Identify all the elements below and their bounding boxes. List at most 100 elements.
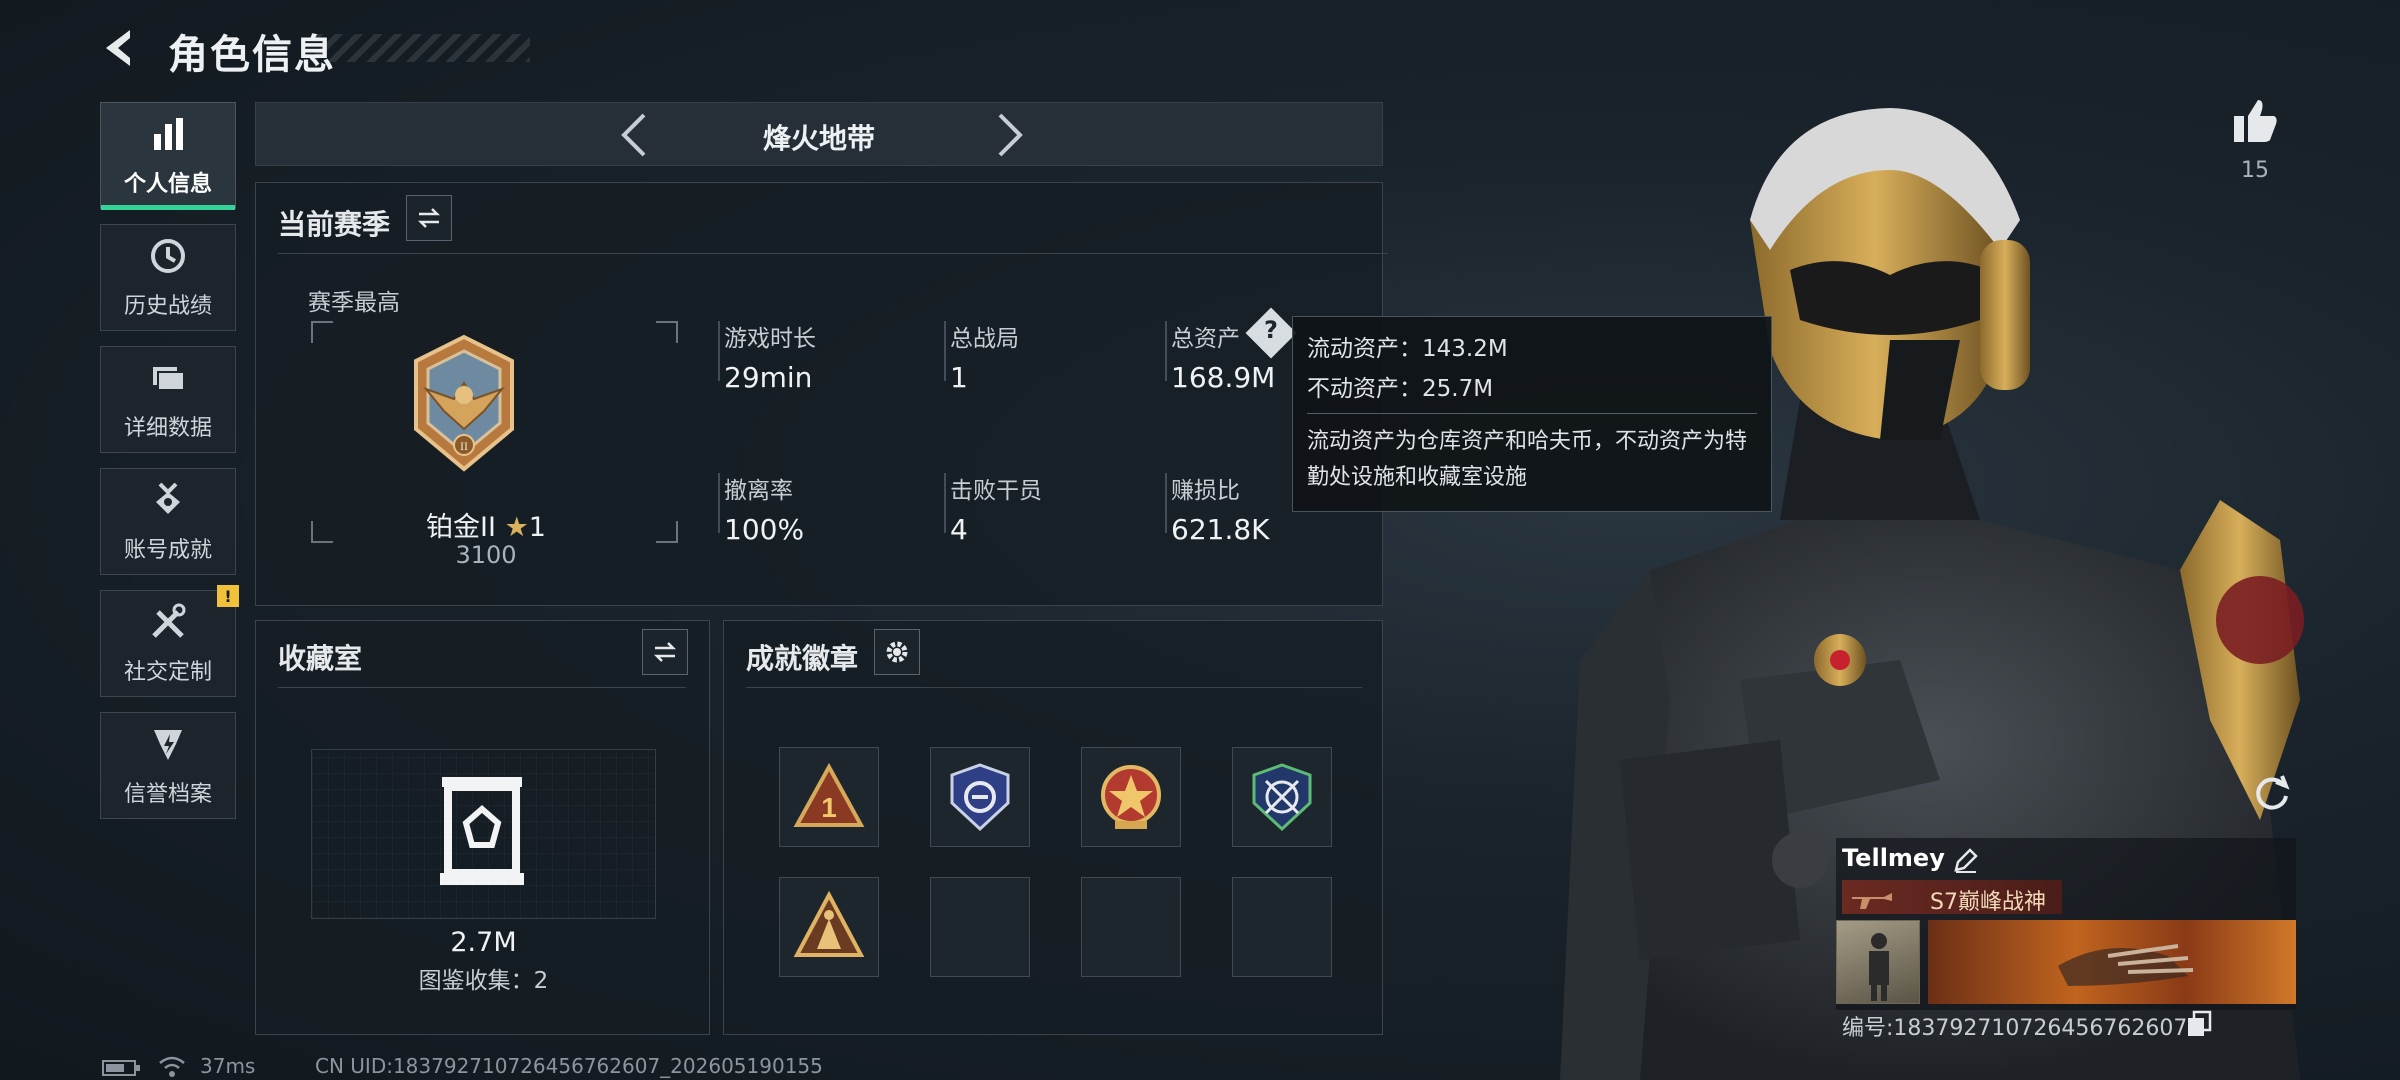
collection-value: 2.7M [450, 927, 517, 958]
switch-button[interactable] [642, 629, 688, 675]
stat-divider [718, 321, 720, 381]
swap-icon [653, 642, 677, 662]
player-title: S7巅峰战神 [1930, 890, 2046, 915]
stat-value: 4 [950, 513, 968, 546]
svg-text:1: 1 [821, 792, 837, 823]
player-avatar[interactable] [1836, 920, 1920, 1004]
collection-panel[interactable]: 收藏室 2.7M 图鉴收集：2 [255, 620, 710, 1035]
badge-triangle-one-icon: 1 [793, 762, 865, 827]
stat-label: 撤离率 [724, 478, 793, 504]
refresh-icon[interactable] [2250, 770, 2294, 814]
sidebar-item-detailed-data[interactable]: 详细数据 [100, 346, 236, 453]
svg-text:II: II [460, 439, 468, 453]
stat-divider [718, 473, 720, 533]
tooltip-description: 流动资产为仓库资产和哈夫币，不动资产为特勤处设施和收藏室设施 [1307, 429, 1748, 490]
badge-star-red-icon [1101, 765, 1161, 829]
thumbs-up-icon[interactable] [2230, 96, 2280, 146]
badge-slot-empty[interactable] [1232, 877, 1332, 977]
assets-tooltip: 流动资产：143.2M 不动资产：25.7M 流动资产为仓库资产和哈夫币，不动资… [1292, 316, 1772, 512]
badge-slot-empty[interactable] [1081, 877, 1181, 977]
sidebar-item-social-custom[interactable]: 社交定制 ! [100, 585, 239, 697]
section-divider [746, 687, 1362, 688]
rank-score: 3100 [455, 541, 517, 569]
sidebar-item-label: 历史战绩 [123, 293, 212, 319]
uid-text: CN UID:183792710726456762607_20260519015… [315, 1054, 823, 1078]
badge-slot[interactable] [779, 877, 879, 977]
gallery-count: 图鉴收集：2 [418, 968, 549, 994]
sidebar-item-label: 社交定制 [123, 659, 212, 685]
frame-corner [311, 321, 333, 343]
edit-icon[interactable] [1952, 846, 1980, 874]
mode-title: 烽火地带 [762, 122, 875, 155]
stat-divider [944, 473, 946, 533]
rank-name: 铂金II ★1 [256, 505, 716, 544]
sidebar-item-label: 详细数据 [123, 415, 212, 441]
tooltip-liquid-assets: 流动资产：143.2M [1307, 336, 1508, 362]
shield-lightning-icon [154, 729, 182, 760]
season-title: 当前赛季 [278, 208, 391, 241]
rank-emblem-icon: II [414, 334, 514, 472]
frame-corner [656, 321, 678, 343]
badge-slot[interactable] [930, 747, 1030, 847]
stat-label: 赚损比 [1171, 478, 1240, 504]
badge-shield-blue-icon [950, 763, 1010, 832]
season-panel: 当前赛季 赛季最高 II 铂金II ★1 3100 游戏时长 29min 总战局… [255, 182, 1388, 606]
tooltip-divider [1307, 413, 1757, 414]
page-title: 角色信息 [168, 32, 336, 78]
sidebar-item-label: 账号成就 [123, 537, 212, 563]
tooltip-fixed-assets: 不动资产：25.7M [1307, 376, 1494, 402]
section-divider [278, 253, 1388, 254]
title-decoration [315, 34, 530, 62]
stat-value: 621.8K [1171, 513, 1270, 546]
likes-count: 15 [2241, 158, 2269, 183]
badge-slot[interactable] [1081, 747, 1181, 847]
star-icon: ★ [504, 512, 529, 543]
stat-playtime: 游戏时长 29min [718, 319, 816, 394]
achievements-title: 成就徽章 [746, 642, 859, 675]
settings-button[interactable] [874, 629, 920, 675]
stat-label: 击败干员 [950, 478, 1042, 504]
badge-slot-empty[interactable] [930, 877, 1030, 977]
display-case-icon [440, 777, 524, 885]
sidebar-item-label: 个人信息 [123, 171, 212, 197]
folder-icon [153, 366, 185, 391]
sidebar-item-achievements[interactable]: 账号成就 [100, 468, 236, 575]
section-divider [278, 687, 686, 688]
player-banner [1928, 920, 2296, 1004]
sidebar-item-history[interactable]: 历史战绩 [100, 224, 236, 331]
banner-hand-art [2058, 944, 2194, 986]
clock-icon [151, 238, 185, 273]
copy-icon[interactable] [2186, 1010, 2212, 1038]
stat-value: 1 [950, 361, 968, 394]
chevron-right-icon[interactable] [984, 111, 1032, 159]
warning-badge: ! [217, 585, 239, 607]
wifi-icon [159, 1056, 185, 1077]
stat-value: 29min [724, 361, 813, 394]
rank-tier: 铂金II [426, 512, 496, 543]
avatar-figure [1869, 933, 1889, 1001]
stat-extract-rate: 撤离率 100% [718, 471, 805, 546]
badge-slot[interactable]: 1 [779, 747, 879, 847]
mode-selector: 烽火地带 [255, 102, 1383, 166]
stat-label: 游戏时长 [724, 326, 816, 352]
back-arrow-icon[interactable] [96, 24, 144, 72]
player-name: Tellmey [1842, 844, 1945, 872]
badge-shield-crossed-icon [1252, 763, 1312, 832]
battery-icon [102, 1060, 140, 1076]
gear-icon [886, 641, 908, 663]
sidebar-item-label: 信誉档案 [123, 781, 212, 807]
bar-chart-icon [154, 117, 183, 150]
sidebar-item-reputation[interactable]: 信誉档案 [100, 712, 236, 819]
season-best-label: 赛季最高 [308, 290, 400, 316]
stat-value: 100% [724, 513, 805, 546]
badge-slot[interactable] [1232, 747, 1332, 847]
switch-button[interactable] [406, 195, 452, 241]
stat-divider [1165, 473, 1167, 533]
rifle-icon [1852, 893, 1892, 909]
rank-stars: 1 [528, 512, 546, 543]
stat-total-matches: 总战局 1 [944, 319, 1019, 394]
sidebar-item-personal-info[interactable]: 个人信息 [100, 102, 236, 210]
player-id: 编号:183792710726456762607 [1842, 1016, 2188, 1041]
stat-label: 总战局 [950, 326, 1019, 352]
swap-icon [417, 208, 441, 228]
